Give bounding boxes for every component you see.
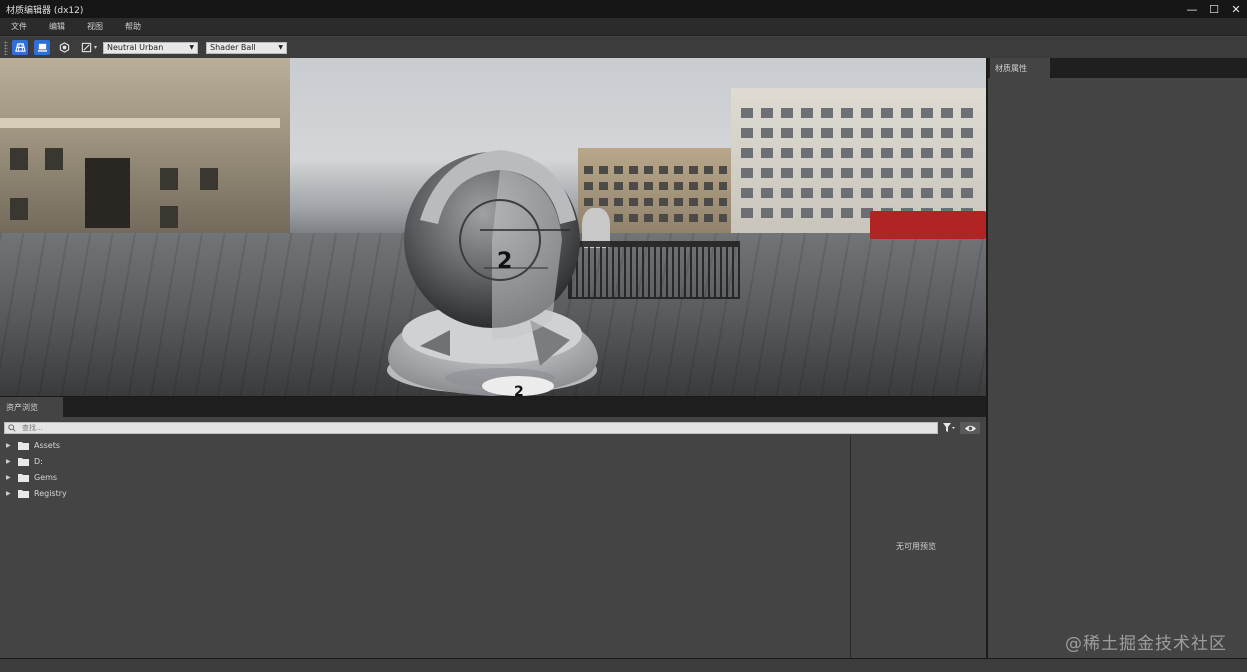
red-bus — [870, 211, 986, 239]
model-preset-value: Shader Ball — [210, 43, 256, 52]
model-preset-dropdown[interactable]: Shader Ball ▼ — [206, 41, 288, 54]
menu-bar: 文件 编辑 视图 帮助 — [0, 18, 1247, 36]
plane-icon — [37, 43, 47, 52]
title-bar: 材质编辑器 (dx12) — ☐ ✕ — [0, 0, 1247, 18]
expand-caret-icon[interactable]: ▶ — [6, 474, 16, 481]
lighting-preset-dropdown[interactable]: Neutral Urban ▼ — [103, 41, 199, 54]
preview-toggle-button[interactable] — [960, 422, 980, 434]
display-mapper-button[interactable] — [78, 40, 94, 55]
menu-help[interactable]: 帮助 — [114, 21, 152, 32]
search-icon — [8, 424, 16, 432]
menu-view[interactable]: 视图 — [76, 21, 114, 32]
status-bar — [0, 658, 1247, 672]
inspector-tab-bar: 材质属性 — [986, 58, 1247, 78]
filter-button[interactable] — [940, 422, 958, 434]
tree-item-gems[interactable]: ▶ Gems — [6, 469, 846, 485]
folder-icon — [18, 457, 29, 466]
inspector-panel — [986, 78, 1247, 658]
lighting-preset-value: Neutral Urban — [107, 43, 164, 52]
expand-caret-icon[interactable]: ▶ — [6, 458, 16, 465]
render-viewport[interactable]: 2 2 — [0, 58, 986, 396]
tonemap-icon — [81, 42, 91, 53]
tree-item-registry[interactable]: ▶ Registry — [6, 485, 846, 501]
tree-item-label: Gems — [34, 472, 58, 482]
grid-toggle-button[interactable] — [12, 40, 28, 55]
shadow-catcher-button[interactable] — [34, 40, 50, 55]
asset-browser-tab-bar: 资产浏览 — [0, 396, 986, 418]
alternate-skybox-button[interactable] — [56, 40, 72, 55]
chevron-down-icon[interactable]: ▾ — [94, 44, 97, 51]
tree-item-d-drive[interactable]: ▶ D: — [6, 453, 846, 469]
tree-item-label: Registry — [34, 488, 67, 498]
folder-icon — [18, 473, 29, 482]
building-left — [0, 58, 290, 243]
folder-icon — [18, 489, 29, 498]
viewport-toolbar: ▾ Neutral Urban ▼ Shader Ball ▼ — [0, 37, 1247, 58]
menu-edit[interactable]: 编辑 — [38, 21, 76, 32]
asset-search-box[interactable] — [4, 422, 938, 434]
asset-tree: ▶ Assets ▶ D: ▶ Gems ▶ Registry — [6, 437, 846, 501]
window-title: 材质编辑器 (dx12) — [6, 5, 84, 16]
asset-search-row — [4, 421, 980, 435]
maximize-button[interactable]: ☐ — [1203, 0, 1225, 18]
window-controls: — ☐ ✕ — [1181, 0, 1247, 18]
shader-ball-preview: 2 2 — [387, 150, 598, 396]
grid-icon — [14, 43, 26, 52]
no-preview-text: 无可用预览 — [896, 542, 936, 551]
filter-icon — [943, 423, 955, 432]
menu-file[interactable]: 文件 — [0, 21, 38, 32]
tree-item-label: D: — [34, 456, 43, 466]
minimize-button[interactable]: — — [1181, 0, 1203, 18]
close-button[interactable]: ✕ — [1225, 0, 1247, 18]
folder-icon — [18, 441, 29, 450]
asset-browser-panel: ▶ Assets ▶ D: ▶ Gems ▶ Registry 无可用预览 — [0, 417, 986, 658]
expand-caret-icon[interactable]: ▶ — [6, 490, 16, 497]
eye-icon — [964, 425, 976, 431]
dropdown-arrow-icon: ▼ — [278, 44, 284, 51]
dropdown-arrow-icon: ▼ — [189, 44, 195, 51]
tree-item-assets[interactable]: ▶ Assets — [6, 437, 846, 453]
ball-number-top: 2 — [497, 249, 512, 274]
toolbar-grip-icon[interactable] — [4, 40, 8, 55]
expand-caret-icon[interactable]: ▶ — [6, 442, 16, 449]
hexagon-icon — [59, 42, 69, 53]
tab-material-inspector[interactable]: 材质属性 — [990, 58, 1050, 78]
tab-asset-browser[interactable]: 资产浏览 — [0, 397, 63, 418]
tree-item-label: Assets — [34, 440, 61, 450]
ball-number-base: 2 — [514, 384, 524, 396]
watermark: @稀土掘金技术社区 — [1065, 634, 1227, 654]
asset-search-input[interactable] — [22, 423, 902, 433]
